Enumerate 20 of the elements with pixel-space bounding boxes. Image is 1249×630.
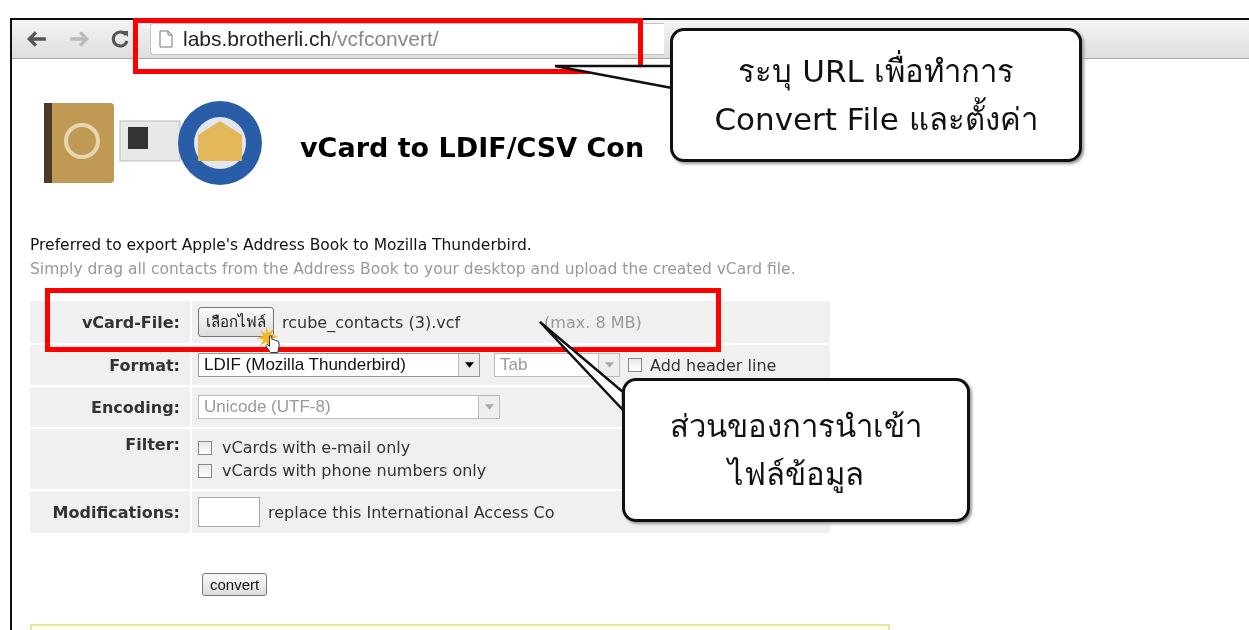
checkbox-label: Add header line [650,355,777,375]
checkbox-label: vCards with phone numbers only [222,461,487,480]
form-label: Filter: [30,429,192,489]
checkbox-label: vCards with e-mail only [222,438,411,457]
form-label: vCard-File: [30,301,192,343]
convert-button[interactable]: convert [202,573,268,596]
modification-text: replace this International Access Co [268,502,555,522]
intro-text: Preferred to export Apple's Address Book to Mozilla Thunderbird. [30,235,533,256]
callout-text: ส่วนของการนำเข้า ไฟล์ข้อมูล [670,407,922,495]
size-limit: (max. 8 MB) [544,312,642,332]
form-label: Encoding: [30,387,192,427]
form-label: Modifications: [30,491,192,533]
callout-text: ระบุ URL เพื่อทำการ Convert File และตั้งค่า [714,47,1038,143]
page-title: vCard to LDIF/CSV Con [300,131,645,163]
form-label: Format: [30,345,192,385]
hint-text: Simply drag all contacts from the Address Book to your desktop and upload the created vCard file. [30,259,797,280]
format-dropdown[interactable]: LDIF (Mozilla Thunderbird) [198,353,480,377]
file-name: rcube_contacts (3).vcf [282,312,461,332]
choose-file-button[interactable]: เลือกไฟล์ [198,307,274,337]
address-bar[interactable]: labs.brotherli.ch/vcfconvert/ [150,23,664,55]
